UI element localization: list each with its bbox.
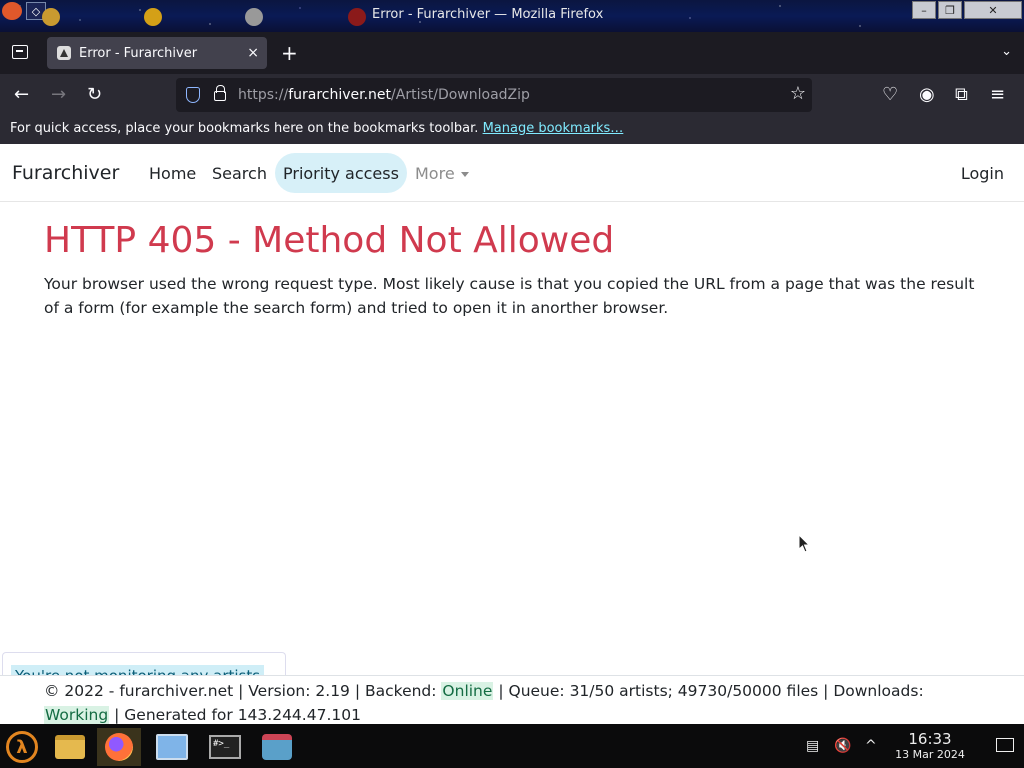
lock-icon[interactable] — [214, 85, 226, 101]
bookmarks-hint-text: For quick access, place your bookmarks h… — [10, 121, 479, 136]
site-navbar: Furarchiver Home Search Priority access … — [0, 144, 1024, 202]
taskbar-file-manager[interactable] — [48, 728, 92, 766]
nav-priority-access[interactable]: Priority access — [275, 153, 407, 193]
maximize-button[interactable]: ❐ — [938, 1, 962, 19]
backend-status-badge: Online — [441, 682, 494, 700]
taskbar-firefox[interactable] — [97, 728, 141, 766]
bookmarks-toolbar: For quick access, place your bookmarks h… — [0, 116, 1024, 144]
close-window-button[interactable]: ✕ — [964, 1, 1022, 19]
tab-error-furarchiver[interactable]: Error - Furarchiver × — [47, 37, 267, 69]
taskbar-settings[interactable] — [150, 728, 194, 766]
page-footer: © 2022 - furarchiver.net | Version: 2.19… — [0, 675, 1024, 724]
software-store-icon — [262, 734, 292, 760]
favicon-icon — [57, 46, 71, 60]
navigation-toolbar: ← → ↻ https://furarchiver.net/Artist/Dow… — [0, 74, 1024, 116]
url-prefix: https:// — [238, 87, 289, 103]
manage-bookmarks-link[interactable]: Manage bookmarks… — [483, 121, 624, 136]
url-text[interactable]: https://furarchiver.net/Artist/DownloadZ… — [238, 87, 530, 103]
clock[interactable]: 16:33 13 Mar 2024 — [888, 730, 972, 762]
taskbar: λ #>_ ▤ 🔇 ^ 16:33 13 Mar 2024 — [0, 724, 1024, 768]
firefox-view-icon[interactable] — [12, 45, 28, 59]
tab-bar: Error - Furarchiver × + ⌄ — [0, 32, 1024, 74]
show-desktop-icon[interactable] — [996, 738, 1014, 752]
desktop-icon — [144, 8, 162, 26]
desktop-icon — [245, 8, 263, 26]
page-content: Furarchiver Home Search Priority access … — [0, 144, 1024, 724]
firefox-icon — [105, 733, 133, 761]
window-menu-buttons: ◇ — [2, 2, 46, 20]
login-link[interactable]: Login — [961, 164, 1004, 183]
caret-down-icon — [460, 172, 469, 177]
nav-home[interactable]: Home — [149, 164, 196, 183]
error-title: HTTP 405 - Method Not Allowed — [44, 220, 615, 261]
start-menu-button[interactable]: λ — [0, 728, 44, 766]
new-tab-button[interactable]: + — [281, 41, 298, 65]
footer-text: © 2022 - furarchiver.net | Version: 2.19… — [44, 679, 984, 724]
error-message: Your browser used the wrong request type… — [44, 275, 975, 317]
window-controls: – ❐ ✕ — [912, 1, 1022, 19]
back-button[interactable]: ← — [14, 85, 29, 105]
taskbar-terminal[interactable]: #>_ — [203, 728, 247, 766]
footer-part-1: © 2022 - furarchiver.net | Version: 2.19… — [44, 682, 442, 700]
system-settings-icon — [156, 734, 188, 760]
volume-muted-icon[interactable]: 🔇 — [834, 738, 851, 754]
taskbar-software-store[interactable] — [255, 728, 299, 766]
forward-button[interactable]: → — [51, 85, 66, 105]
footer-part-3: | Generated for 143.244.47.101 — [109, 706, 361, 724]
list-all-tabs-icon[interactable]: ⌄ — [1001, 44, 1012, 59]
url-host: furarchiver.net — [288, 87, 392, 103]
url-path: /Artist/DownloadZip — [391, 87, 530, 103]
account-icon[interactable]: ◉ — [919, 85, 935, 105]
footer-part-2: | Queue: 31/50 artists; 49730/50000 file… — [493, 682, 924, 700]
tracking-protection-shield-icon[interactable] — [186, 87, 200, 103]
clock-time: 16:33 — [908, 730, 952, 748]
firefox-window-icon[interactable] — [2, 2, 22, 20]
app-menu-icon[interactable]: ≡ — [990, 85, 1005, 105]
bookmark-star-icon[interactable]: ☆ — [790, 83, 806, 104]
tab-label: Error - Furarchiver — [79, 45, 198, 61]
tray-expand-icon[interactable]: ^ — [865, 738, 877, 754]
desktop-icon — [348, 8, 366, 26]
site-brand[interactable]: Furarchiver — [12, 162, 119, 184]
folder-icon — [55, 735, 85, 759]
desktop-icon — [42, 8, 60, 26]
tab-close-icon[interactable]: × — [247, 45, 259, 61]
reload-button[interactable]: ↻ — [87, 85, 102, 105]
half-life-lambda-icon: λ — [6, 731, 38, 763]
nav-search[interactable]: Search — [212, 164, 267, 183]
clipboard-icon[interactable]: ▤ — [806, 738, 819, 754]
terminal-icon: #>_ — [209, 735, 241, 759]
window-title: Error - Furarchiver — Mozilla Firefox — [372, 7, 604, 22]
nav-more-dropdown[interactable]: More — [415, 164, 469, 183]
nav-more-label: More — [415, 164, 455, 183]
minimize-button[interactable]: – — [912, 1, 936, 19]
clock-date: 13 Mar 2024 — [895, 748, 965, 761]
window-titlebar: ◇ Error - Furarchiver — Mozilla Firefox … — [0, 0, 1024, 32]
extensions-icon[interactable]: ⧉ — [955, 85, 968, 105]
downloads-status-badge: Working — [44, 706, 110, 724]
pocket-icon[interactable]: ♡ — [882, 85, 898, 105]
url-bar[interactable]: https://furarchiver.net/Artist/DownloadZ… — [176, 78, 812, 112]
